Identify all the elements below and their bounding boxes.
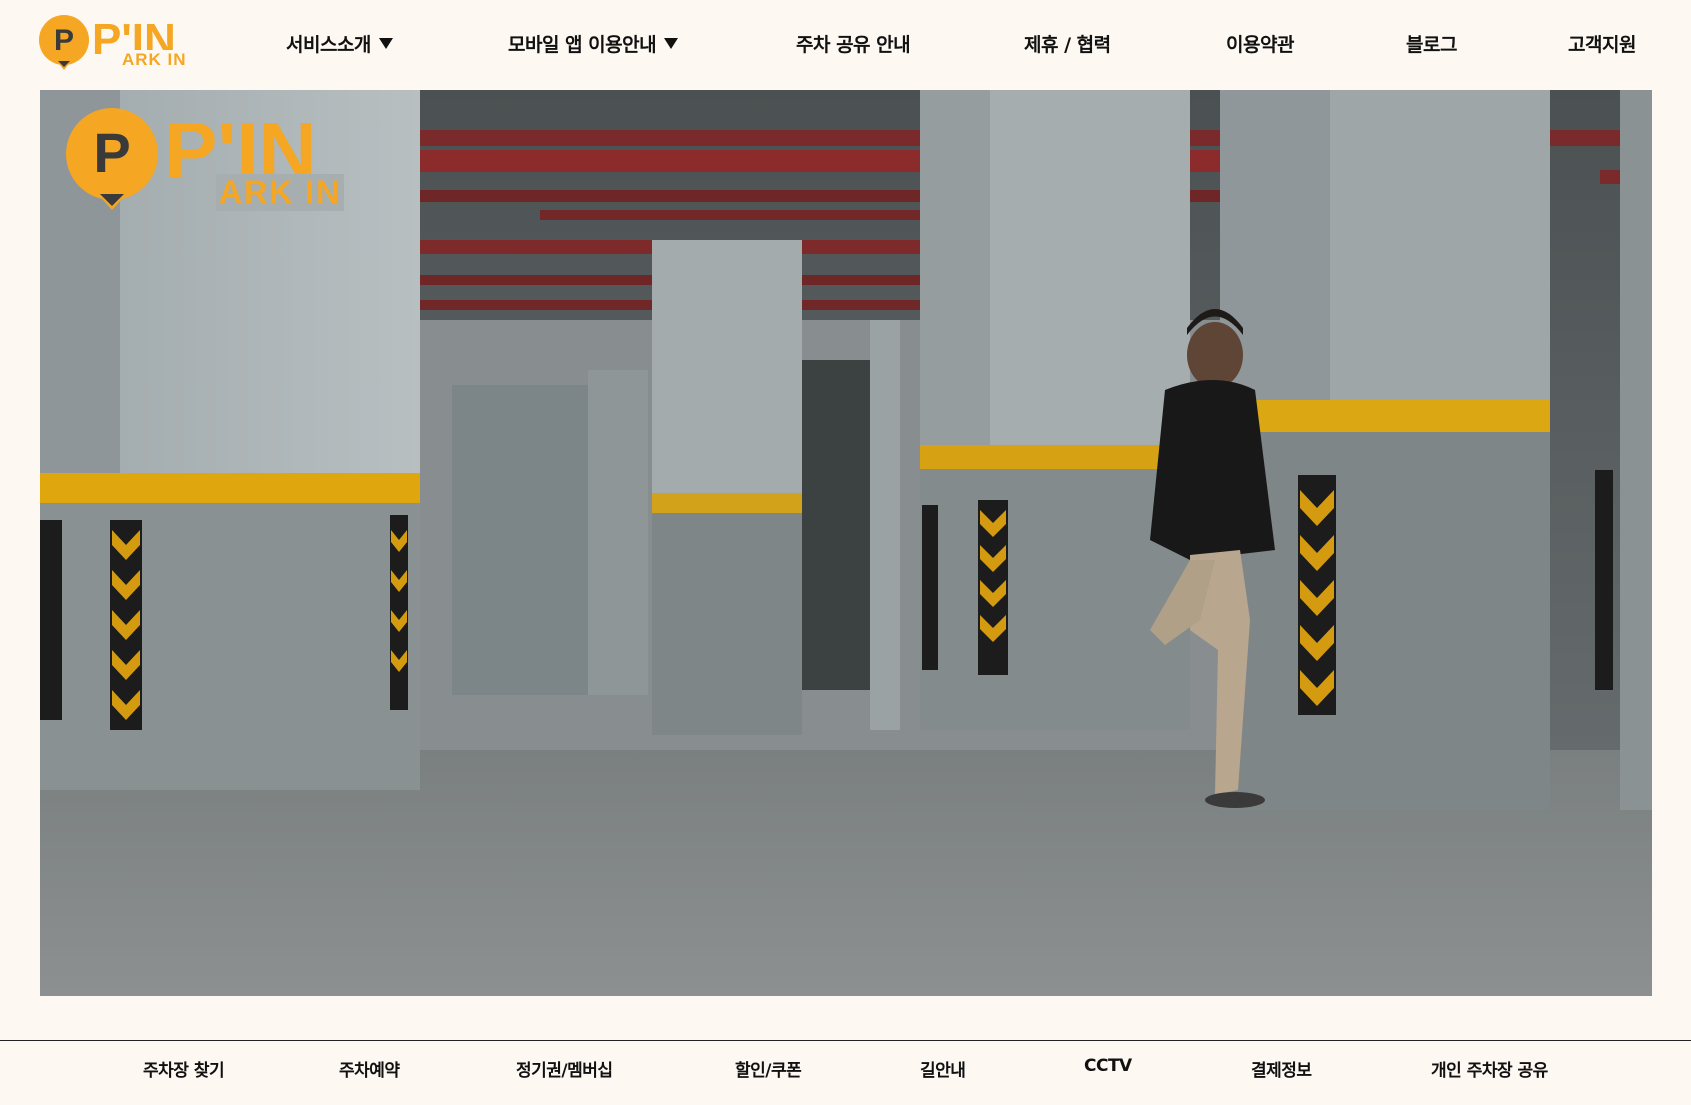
nav-item-label: 고객지원 <box>1568 34 1636 56</box>
bottom-nav-label: 주차장 찾기 <box>143 1061 225 1081</box>
bottom-nav-label: 개인 주차장 공유 <box>1431 1061 1548 1081</box>
main-nav: 서비스소개 모바일 앱 이용안내 주차 공유 안내 제휴 / 협력 이용약관 블… <box>0 0 1691 90</box>
nav-item-label: 모바일 앱 이용안내 <box>508 34 657 56</box>
bottom-nav-label: 할인/쿠폰 <box>735 1061 802 1081</box>
bottom-nav-payment-info[interactable]: 결제정보 <box>1251 1056 1312 1081</box>
nav-item-terms[interactable]: 이용약관 <box>1226 30 1294 57</box>
bottom-nav-label: 결제정보 <box>1251 1061 1312 1081</box>
bottom-nav-label: 정기권/멤버십 <box>516 1061 613 1081</box>
bottom-nav-reservation[interactable]: 주차예약 <box>339 1056 400 1081</box>
bottom-nav-label: 주차예약 <box>339 1061 400 1081</box>
parking-garage-scene-icon <box>40 90 1652 996</box>
nav-item-label: 블로그 <box>1406 34 1457 56</box>
bottom-nav-coupons[interactable]: 할인/쿠폰 <box>735 1056 802 1081</box>
nav-item-partnership[interactable]: 제휴 / 협력 <box>1024 30 1111 57</box>
caret-down-icon <box>664 38 679 49</box>
nav-item-customer-support[interactable]: 고객지원 <box>1568 30 1636 57</box>
hero-video[interactable]: P P'IN ARK IN <box>40 90 1652 996</box>
bottom-nav-cctv[interactable]: CCTV <box>1084 1056 1132 1076</box>
hero-logo: P P'IN ARK IN <box>64 106 364 214</box>
caret-down-icon <box>378 38 393 49</box>
nav-item-blog[interactable]: 블로그 <box>1406 30 1457 57</box>
svg-text:P: P <box>93 121 130 184</box>
site-header: P P'IN ARK IN 서비스소개 모바일 앱 이용안내 주차 공유 안내 … <box>0 0 1691 90</box>
bottom-nav-membership[interactable]: 정기권/멤버십 <box>516 1056 613 1081</box>
bottom-nav-find-parking[interactable]: 주차장 찾기 <box>143 1056 225 1081</box>
bottom-nav-label: 길안내 <box>920 1061 966 1081</box>
nav-item-parking-share-guide[interactable]: 주차 공유 안내 <box>796 30 911 57</box>
nav-item-service-intro[interactable]: 서비스소개 <box>286 30 393 57</box>
bottom-nav: 주차장 찾기 주차예약 정기권/멤버십 할인/쿠폰 길안내 CCTV 결제정보 … <box>0 1041 1691 1105</box>
nav-item-label: 서비스소개 <box>286 34 371 56</box>
bottom-nav-label: CCTV <box>1084 1056 1132 1076</box>
bottom-nav-navigation[interactable]: 길안내 <box>920 1056 966 1081</box>
nav-item-mobile-app-guide[interactable]: 모바일 앱 이용안내 <box>508 30 679 57</box>
bottom-nav-private-parking-share[interactable]: 개인 주차장 공유 <box>1431 1056 1548 1081</box>
hero-logo-subtitle: ARK IN <box>216 174 345 211</box>
nav-item-label: 이용약관 <box>1226 34 1294 56</box>
nav-item-label: 주차 공유 안내 <box>796 34 911 56</box>
nav-item-label: 제휴 / 협력 <box>1024 34 1111 56</box>
